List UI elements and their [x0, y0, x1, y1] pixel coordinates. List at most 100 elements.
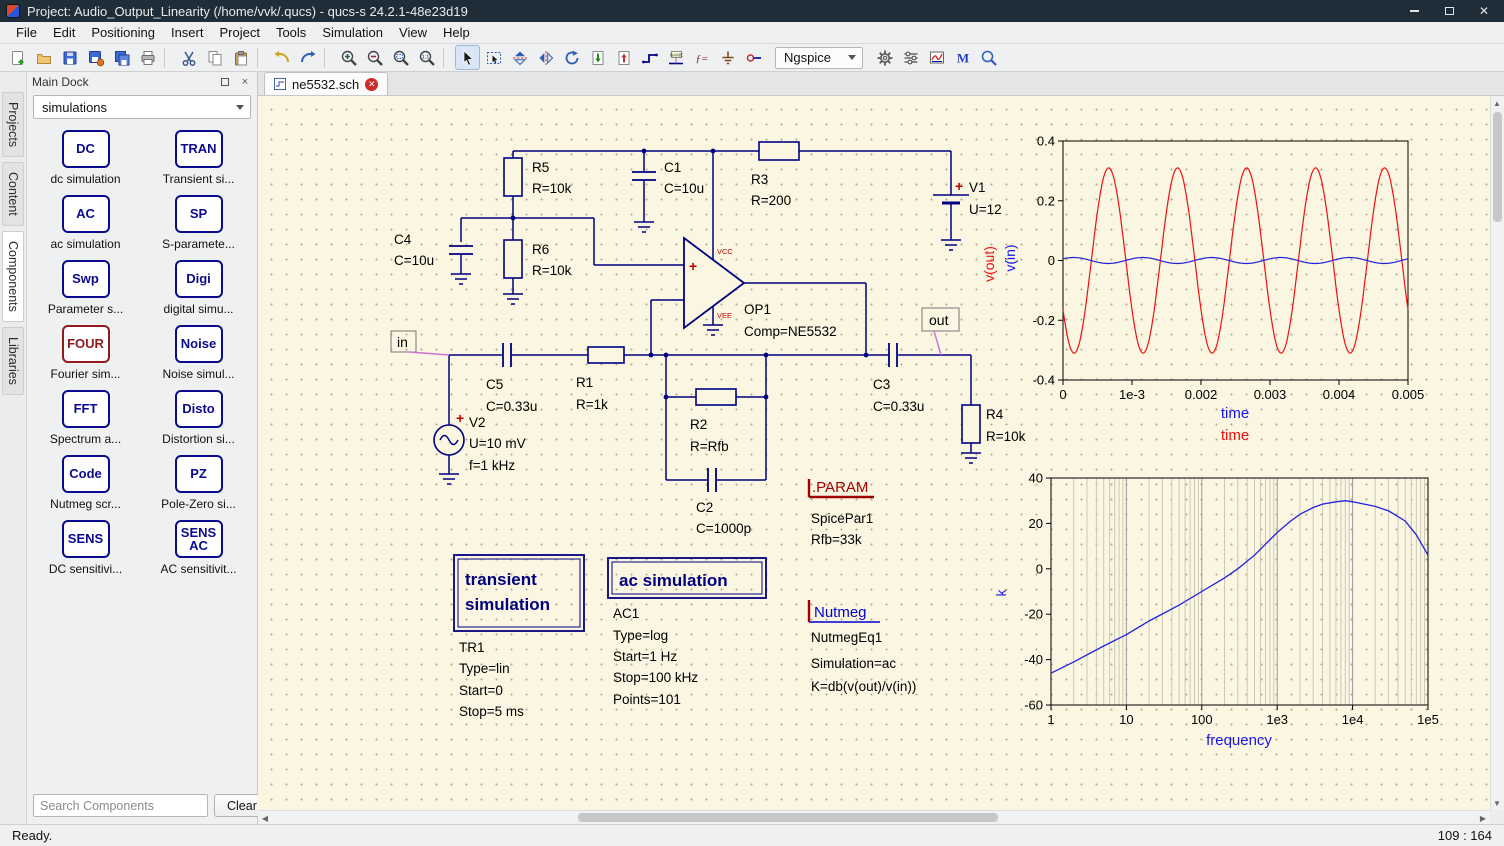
scroll-up-icon[interactable]: ▲	[1490, 96, 1504, 110]
menu-file[interactable]: File	[8, 23, 45, 42]
simulation-transient-block[interactable]: transient simulation TR1 Type=lin Start=…	[453, 554, 585, 719]
redo-icon[interactable]	[295, 45, 320, 70]
wire-label-out[interactable]: out	[921, 307, 960, 356]
select-area-icon[interactable]	[481, 45, 506, 70]
simulator-select[interactable]: Ngspice	[775, 46, 863, 69]
sidebar-tab-projects[interactable]: Projects	[2, 92, 24, 158]
menu-edit[interactable]: Edit	[45, 23, 83, 42]
text-editor-icon[interactable]: M	[950, 45, 975, 70]
component-R5[interactable]: R5 R=10k	[503, 157, 572, 197]
menu-simulation[interactable]: Simulation	[314, 23, 391, 42]
node-name-icon[interactable]: NAME	[663, 45, 688, 70]
undo-icon[interactable]	[269, 45, 294, 70]
component-ac-sensitivity[interactable]: SENS AC AC sensitivit...	[142, 520, 255, 576]
component-category-select[interactable]: simulations	[33, 95, 251, 119]
wire-label-in[interactable]: in	[390, 330, 450, 356]
zoom-fit-icon[interactable]	[388, 45, 413, 70]
sidebar-tab-content[interactable]: Content	[2, 162, 24, 226]
component-V2[interactable]: + V2 U=10 mV f=1 kHz	[433, 410, 526, 473]
search-input[interactable]	[33, 794, 208, 817]
component-R6[interactable]: R6 R=10k	[503, 239, 572, 279]
rotate-icon[interactable]	[559, 45, 584, 70]
zoom-in-icon[interactable]	[336, 45, 361, 70]
mirror-horizontal-icon[interactable]	[533, 45, 558, 70]
horizontal-scroll-thumb[interactable]	[578, 813, 998, 822]
zoom-actual-icon[interactable]: 1:1	[414, 45, 439, 70]
close-button[interactable]: ✕	[1470, 2, 1498, 20]
pop-out-icon[interactable]	[611, 45, 636, 70]
component-OP1[interactable]: + VCC VEE OP1 Comp=NE5532	[683, 236, 837, 339]
zoom-area-icon[interactable]	[976, 45, 1001, 70]
component-C1[interactable]: C1 C=10u	[632, 160, 704, 196]
wires[interactable]	[448, 150, 972, 481]
save-icon[interactable]	[57, 45, 82, 70]
component-fourier-simulation[interactable]: FOUR Fourier sim...	[29, 325, 142, 381]
menu-tools[interactable]: Tools	[268, 23, 314, 42]
component-dc-sensitivity[interactable]: SENS DC sensitivi...	[29, 520, 142, 576]
scroll-down-icon[interactable]: ▼	[1490, 796, 1504, 810]
vertical-scroll-thumb[interactable]	[1493, 112, 1502, 222]
simulate-icon[interactable]	[872, 45, 897, 70]
component-C3[interactable]: C3 C=0.33u	[873, 343, 924, 414]
component-pole-zero-simulation[interactable]: PZ Pole-Zero si...	[142, 455, 255, 511]
component-V1[interactable]: + V1 U=12	[933, 178, 1002, 217]
paste-icon[interactable]	[228, 45, 253, 70]
cut-icon[interactable]	[176, 45, 201, 70]
component-dc-simulation[interactable]: DC dc simulation	[29, 130, 142, 186]
component-spectrum-analysis[interactable]: FFT Spectrum a...	[29, 390, 142, 446]
sidebar-tab-components[interactable]: Components	[2, 230, 24, 322]
app-icon[interactable]	[6, 4, 20, 18]
sidebar-tab-libraries[interactable]: Libraries	[2, 326, 24, 395]
port-icon[interactable]	[741, 45, 766, 70]
component-R1[interactable]: R1 R=1k	[576, 346, 625, 412]
component-ac-simulation[interactable]: AC ac simulation	[29, 195, 142, 251]
tab-ne5532-sch[interactable]: ne5532.sch ✕	[264, 72, 389, 95]
component-parameter-sweep[interactable]: Swp Parameter s...	[29, 260, 142, 316]
nutmeg-equation-block[interactable]: Nutmeg NutmegEq1 Simulation=ac K=db(v(ou…	[807, 600, 916, 694]
display-data-icon[interactable]	[924, 45, 949, 70]
menu-positioning[interactable]: Positioning	[83, 23, 163, 42]
component-C2[interactable]: C2 C=1000p	[696, 468, 751, 536]
mirror-vertical-icon[interactable]	[507, 45, 532, 70]
ground-icon[interactable]	[715, 45, 740, 70]
component-R4[interactable]: R4 R=10k	[961, 404, 1026, 444]
component-distortion-simulation[interactable]: Disto Distortion si...	[142, 390, 255, 446]
equation-icon[interactable]: ƒ=	[689, 45, 714, 70]
sim-settings-icon[interactable]	[898, 45, 923, 70]
tab-close-icon[interactable]: ✕	[365, 77, 379, 91]
wire-icon[interactable]	[637, 45, 662, 70]
component-transient-simulation[interactable]: TRAN Transient si...	[142, 130, 255, 186]
dock-close-icon[interactable]: ×	[238, 75, 252, 89]
scroll-right-icon[interactable]: ▶	[1476, 811, 1490, 825]
component-C5[interactable]: C5 C=0.33u	[486, 343, 537, 414]
dock-float-icon[interactable]	[218, 75, 232, 89]
scroll-left-icon[interactable]: ◀	[258, 811, 272, 825]
schematic-canvas[interactable]: R5 R=10k R6 R=10k C4 C=10u C1 C=10u R3 R…	[258, 96, 1490, 810]
open-icon[interactable]	[31, 45, 56, 70]
save-as-icon[interactable]	[83, 45, 108, 70]
component-digital-simulation[interactable]: Digi digital simu...	[142, 260, 255, 316]
menu-help[interactable]: Help	[435, 23, 478, 42]
vertical-scrollbar[interactable]: ▲ ▼	[1490, 96, 1504, 810]
component-R2[interactable]: R2 R=Rfb	[690, 388, 737, 454]
component-nutmeg-script[interactable]: Code Nutmeg scr...	[29, 455, 142, 511]
save-all-icon[interactable]	[109, 45, 134, 70]
push-into-icon[interactable]	[585, 45, 610, 70]
diagram-gain-frequency[interactable]: 1 10 100 1e3 1e4 1e5 40 20 0 -20 -40 -60	[1024, 471, 1439, 728]
select-icon[interactable]	[455, 45, 480, 70]
component-s-parameter-simulation[interactable]: SP S-paramete...	[142, 195, 255, 251]
new-icon[interactable]	[5, 45, 30, 70]
component-noise-simulation[interactable]: Noise Noise simul...	[142, 325, 255, 381]
menu-insert[interactable]: Insert	[163, 23, 212, 42]
menu-view[interactable]: View	[391, 23, 435, 42]
component-R3[interactable]: R3 R=200	[751, 141, 800, 208]
diagram-transient[interactable]: 0 1e-3 0.002 0.003 0.004 0.005 0.4 0.2 0 -0.2 -0.4	[1033, 134, 1425, 403]
restore-button[interactable]	[1435, 2, 1463, 20]
spice-param-block[interactable]: .PARAM SpicePar1 Rfb=33k	[807, 479, 874, 547]
schematic-svg[interactable]: R5 R=10k R6 R=10k C4 C=10u C1 C=10u R3 R…	[258, 96, 1488, 810]
menu-project[interactable]: Project	[211, 23, 267, 42]
simulation-ac-block[interactable]: ac simulation AC1 Type=log Start=1 Hz St…	[607, 557, 767, 707]
minimize-button[interactable]	[1400, 2, 1428, 20]
zoom-out-icon[interactable]	[362, 45, 387, 70]
print-icon[interactable]	[135, 45, 160, 70]
